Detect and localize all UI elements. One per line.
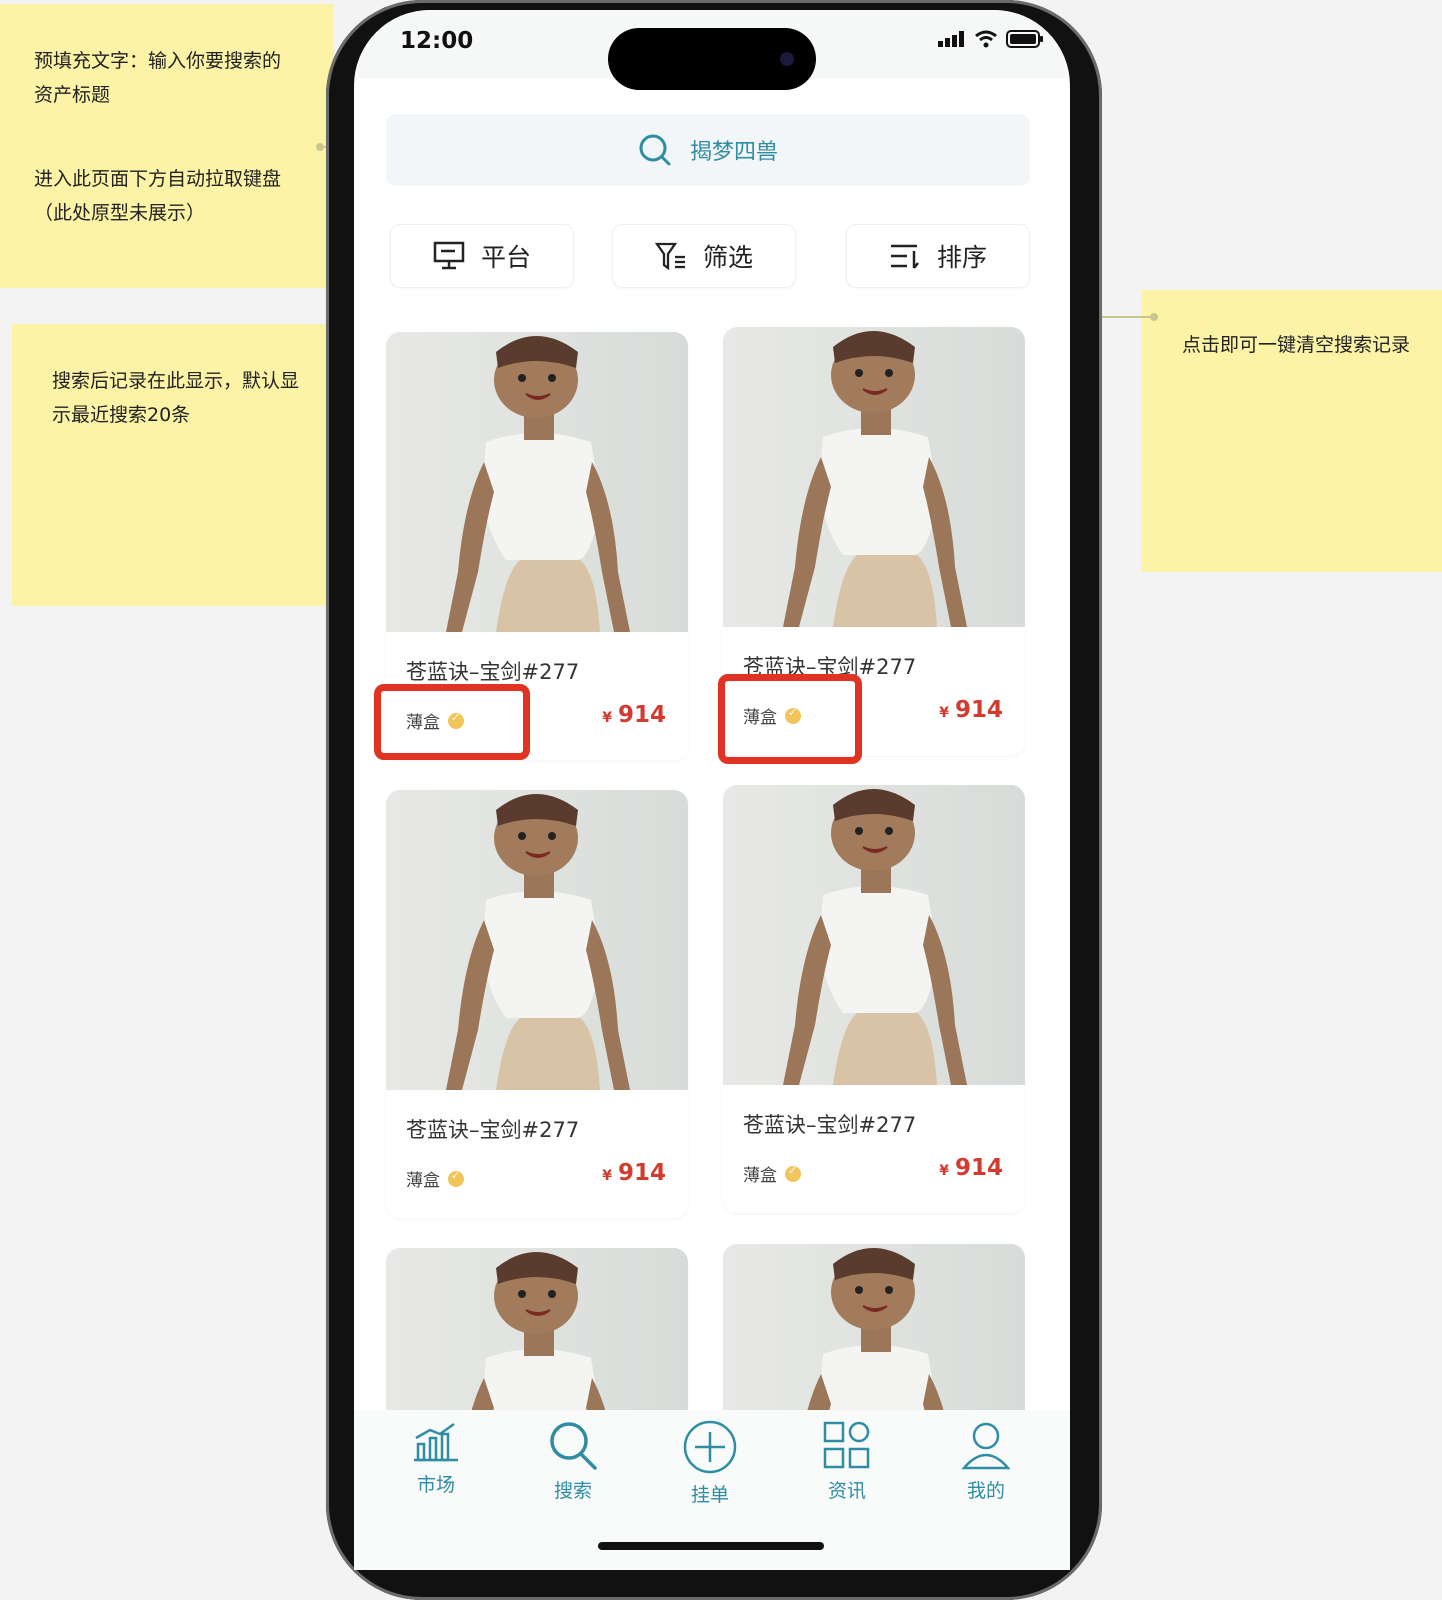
platform-name: 薄盒 <box>743 1166 777 1186</box>
wifi-icon <box>975 30 997 48</box>
product-image <box>386 332 688 632</box>
currency-symbol: ¥ <box>602 1168 612 1184</box>
tab-list-label: 挂单 <box>690 1484 729 1506</box>
figure-illustration <box>386 332 688 632</box>
figure-illustration <box>723 327 1025 627</box>
product-price: ¥914 <box>939 697 1003 723</box>
verified-icon <box>448 1169 464 1187</box>
filter-label: 筛选 <box>702 243 753 272</box>
product-image <box>723 327 1025 627</box>
status-bar: 12:00 <box>354 10 1070 90</box>
platform-filter-label: 平台 <box>480 243 531 272</box>
price-value: 914 <box>954 1155 1003 1181</box>
note-clear-text: 点击即可一键清空搜索记录 <box>1182 334 1411 356</box>
tab-market[interactable]: 市场 <box>381 1420 491 1497</box>
product-card[interactable]: 苍蓝诀–宝剑#277 薄盒 ¥914 <box>723 785 1025 1213</box>
funnel-icon <box>654 242 685 271</box>
product-title: 苍蓝诀–宝剑#277 <box>406 660 580 684</box>
product-title: 苍蓝诀–宝剑#277 <box>406 1118 580 1142</box>
currency-symbol: ¥ <box>602 710 612 726</box>
user-icon <box>961 1422 1011 1470</box>
chart-icon <box>414 1422 458 1462</box>
note-prefill-text: 预填充文字：输入你要搜索的 资产标题 <box>34 50 282 106</box>
annotation-note-history: 搜索后记录在此显示，默认显 示最近搜索20条 <box>12 324 352 606</box>
product-image <box>723 785 1025 1085</box>
platform-filter-button[interactable]: 平台 <box>390 224 574 288</box>
highlight-box <box>374 684 530 760</box>
tab-search[interactable]: 搜索 <box>518 1420 628 1503</box>
price-value: 914 <box>954 697 1003 723</box>
search-icon <box>550 1422 597 1470</box>
product-platform: 薄盒 <box>743 1161 801 1186</box>
tab-mine[interactable]: 我的 <box>931 1420 1041 1503</box>
sort-label: 排序 <box>936 243 987 272</box>
tab-list[interactable]: 挂单 <box>655 1420 765 1507</box>
annotation-note-search: 预填充文字：输入你要搜索的 资产标题 进入此页面下方自动拉取键盘 （此处原型未展… <box>0 4 334 288</box>
search-placeholder: 揭梦四兽 <box>689 140 778 165</box>
product-platform: 薄盒 <box>406 1166 464 1191</box>
product-price: ¥914 <box>602 702 666 728</box>
currency-symbol: ¥ <box>939 1163 949 1179</box>
monitor-icon <box>433 241 465 270</box>
plus-circle-icon <box>683 1420 737 1474</box>
highlight-box <box>718 674 862 764</box>
product-title: 苍蓝诀–宝剑#277 <box>743 1113 917 1137</box>
product-image <box>386 790 688 1090</box>
phone-screen: 12:00 揭梦四兽 平台 筛选 排序 苍蓝诀–宝剑#277 薄盒 ¥914 <box>354 10 1070 1570</box>
figure-illustration <box>723 785 1025 1085</box>
status-icons <box>938 30 1044 48</box>
tab-news-label: 资讯 <box>827 1480 866 1502</box>
grid-icon <box>823 1421 870 1469</box>
annotation-note-clear: 点击即可一键清空搜索记录 <box>1142 290 1442 572</box>
signal-icon <box>938 31 964 47</box>
battery-icon <box>1006 30 1043 48</box>
price-value: 914 <box>617 1160 666 1186</box>
product-price: ¥914 <box>939 1155 1003 1181</box>
dynamic-island <box>608 28 816 90</box>
tab-search-label: 搜索 <box>553 1480 592 1502</box>
note-history-text: 搜索后记录在此显示，默认显 示最近搜索20条 <box>52 370 300 426</box>
platform-name: 薄盒 <box>406 1171 440 1191</box>
figure-illustration <box>386 790 688 1090</box>
price-value: 914 <box>617 702 666 728</box>
search-icon <box>639 134 671 166</box>
product-card[interactable]: 苍蓝诀–宝剑#277 薄盒 ¥914 <box>386 790 688 1218</box>
tab-news[interactable]: 资讯 <box>792 1420 902 1503</box>
home-indicator <box>598 1542 824 1550</box>
verified-icon <box>785 1164 801 1182</box>
filter-button[interactable]: 筛选 <box>612 224 796 288</box>
search-input[interactable]: 揭梦四兽 <box>386 114 1030 186</box>
status-time: 12:00 <box>400 28 474 54</box>
tab-market-label: 市场 <box>416 1474 455 1496</box>
product-price: ¥914 <box>602 1160 666 1186</box>
sort-button[interactable]: 排序 <box>846 224 1030 288</box>
currency-symbol: ¥ <box>939 705 949 721</box>
tab-mine-label: 我的 <box>966 1480 1005 1502</box>
sort-icon <box>890 244 919 269</box>
note-keyboard-text: 进入此页面下方自动拉取键盘 （此处原型未展示） <box>34 168 282 224</box>
